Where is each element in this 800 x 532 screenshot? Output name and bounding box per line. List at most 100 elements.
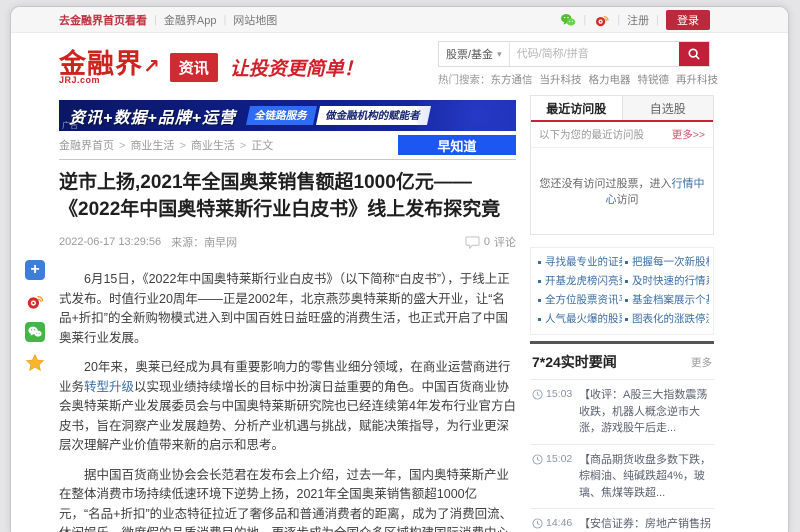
quick-link[interactable]: 寻找最专业的证券信息	[535, 253, 622, 272]
breadcrumb-row: 金融界首页 > 商业生活 > 商业生活 > 正文 早知道	[59, 131, 516, 159]
news-text: 【收评：A股三大指数震荡收跌，机器人概念逆市大涨，游戏股午后走...	[579, 387, 714, 437]
live-news-header: 7*24实时要闻 更多	[530, 344, 714, 379]
hot-search-link[interactable]: 特锐德	[638, 74, 670, 86]
share-qzone-star-icon[interactable]	[25, 353, 45, 373]
news-text: 【安信证券：房地产销售拐点到了吗？】6月全国销售见底的概率有多...	[579, 516, 714, 532]
news-item[interactable]: 14:46 【安信证券：房地产销售拐点到了吗？】6月全国销售见底的概率有多...	[530, 508, 714, 532]
quick-link[interactable]: 人气最火爆的股票论坛	[535, 310, 622, 329]
quick-links-box: 寻找最专业的证券信息 把握每一次新股机会 开基龙虎榜闪亮登场 及时快速的行情系统…	[530, 247, 714, 335]
hot-search-link[interactable]: 再升科技	[676, 74, 718, 86]
login-button[interactable]: 登录	[666, 10, 710, 30]
separator: |	[656, 14, 659, 26]
quick-link[interactable]: 全方位股票资讯平台	[535, 291, 622, 310]
bullet-icon	[625, 261, 628, 264]
news-time: 14:46	[546, 516, 572, 531]
share-bar: +	[25, 260, 45, 373]
wechat-icon[interactable]	[559, 11, 576, 28]
article-body: 6月15日，《2022年中国奥特莱斯行业白皮书》（以下简称“白皮书”），于线上正…	[59, 270, 516, 532]
publish-date: 2022-06-17 13:29:56	[59, 236, 161, 248]
content-area: 资讯+数据+品牌+运营 全链路服务 做金融机构的赋能者 广告 金融界首页 > 商业生…	[59, 95, 714, 532]
weibo-icon[interactable]	[593, 11, 610, 28]
live-news-title: 7*24实时要闻	[532, 352, 617, 372]
news-time: 15:02	[546, 452, 572, 467]
inline-topic-link[interactable]: 转型升级	[84, 380, 134, 394]
article-meta: 2022-06-17 13:29:56 来源：南早网 0 评论	[59, 234, 516, 250]
comments-count: 0	[484, 236, 490, 248]
separator: |	[154, 14, 157, 26]
clock-icon	[532, 389, 543, 400]
hot-search-link[interactable]: 当升科技	[540, 74, 582, 86]
share-more-icon[interactable]: +	[25, 260, 45, 280]
news-time: 15:03	[546, 387, 572, 402]
search-category-select[interactable]: 股票/基金	[439, 42, 510, 66]
share-weibo-icon[interactable]	[25, 291, 45, 311]
clock-icon	[532, 518, 543, 529]
share-wechat-icon[interactable]	[25, 322, 45, 342]
top-utility-bar: 去金融界首页看看 | 金融界App | 网站地图 |	[11, 7, 788, 33]
comment-bubble-icon	[465, 236, 480, 249]
breadcrumb-separator: >	[240, 140, 246, 152]
quick-link[interactable]: 基金档案展示个基资料	[622, 291, 709, 310]
more-stocks-link[interactable]: 更多>>	[672, 127, 705, 142]
channel-badge: 资讯	[170, 53, 218, 82]
logo-arrow-icon: ↗	[143, 56, 160, 78]
news-item[interactable]: 15:02 【商品期货收盘多数下跌，棕榈油、纯碱跌超4%，玻璃、焦煤等跌超...	[530, 444, 714, 509]
breadcrumb-separator: >	[119, 140, 125, 152]
bullet-icon	[538, 280, 541, 283]
live-news-more-link[interactable]: 更多	[691, 355, 712, 370]
separator: |	[223, 14, 226, 26]
ad-badge: 全链路服务	[246, 106, 317, 125]
recent-stocks-empty-state: 您还没有访问过股票，进入行情中心访问	[531, 148, 713, 234]
comments-link[interactable]: 0 评论	[465, 234, 516, 250]
app-link[interactable]: 金融界App	[164, 12, 217, 28]
paragraph: 据中国百货商业协会会长范君在发布会上介绍，过去一年，国内奥特莱斯产业在整体消费市…	[59, 466, 516, 532]
breadcrumb-channel[interactable]: 商业生活	[130, 140, 174, 152]
tab-recent-stocks[interactable]: 最近访问股	[531, 96, 622, 120]
separator: |	[583, 14, 586, 26]
bullet-icon	[538, 261, 541, 264]
page: 去金融界首页看看 | 金融界App | 网站地图 |	[10, 6, 789, 532]
go-homepage-link[interactable]: 去金融界首页看看	[59, 12, 147, 28]
ad-label: 广告	[62, 120, 78, 131]
quick-link[interactable]: 开基龙虎榜闪亮登场	[535, 272, 622, 291]
jrj-logo[interactable]: 金融界↗ JRJ.com	[59, 50, 160, 85]
quick-link[interactable]: 图表化的涨跌停温度计	[622, 310, 709, 329]
register-link[interactable]: 注册	[627, 12, 649, 28]
news-item[interactable]: 15:03 【收评：A股三大指数震荡收跌，机器人概念逆市大涨，游戏股午后走...	[530, 379, 714, 444]
zaozhidao-button[interactable]: 早知道	[398, 135, 516, 155]
hot-search-link[interactable]: 东方通信	[491, 74, 533, 86]
browser-viewport: 去金融界首页看看 | 金融界App | 网站地图 |	[0, 0, 800, 532]
breadcrumb-separator: >	[179, 140, 185, 152]
stock-search: 股票/基金 热门搜索：东方通信当升科技格力电器特锐德再升科技	[438, 41, 710, 87]
search-button[interactable]	[679, 42, 709, 66]
search-icon	[687, 47, 701, 61]
bullet-icon	[625, 280, 628, 283]
quick-link[interactable]: 把握每一次新股机会	[622, 253, 709, 272]
clock-icon	[532, 454, 543, 465]
breadcrumb-home[interactable]: 金融界首页	[59, 140, 114, 152]
hot-search-link[interactable]: 格力电器	[589, 74, 631, 86]
tab-watchlist[interactable]: 自选股	[622, 96, 714, 120]
separator: |	[617, 14, 620, 26]
ad-tagline: 做金融机构的赋能者	[316, 106, 431, 125]
bullet-icon	[625, 299, 628, 302]
search-input[interactable]	[510, 42, 679, 66]
empty-state-text: 您还没有访问过股票，进入	[540, 178, 672, 190]
bullet-icon	[625, 318, 628, 321]
ad-banner[interactable]: 资讯+数据+品牌+运营 全链路服务 做金融机构的赋能者 广告	[59, 100, 516, 131]
breadcrumb-section[interactable]: 商业生活	[191, 140, 235, 152]
article-header: 逆市上扬,2021年全国奥莱销售额超1000亿元——《2022年中国奥特莱斯行业…	[59, 159, 516, 250]
hot-search-row: 热门搜索：东方通信当升科技格力电器特锐德再升科技	[438, 72, 710, 87]
sitemap-link[interactable]: 网站地图	[233, 12, 277, 28]
quick-link[interactable]: 及时快速的行情系统	[622, 272, 709, 291]
paragraph: 20年来，奥莱已经成为具有重要影响力的零售业细分领域，在商业运营商进行业务转型升…	[59, 358, 516, 456]
paragraph: 6月15日，《2022年中国奥特莱斯行业白皮书》（以下简称“白皮书”），于线上正…	[59, 270, 516, 348]
empty-state-text: 访问	[617, 194, 639, 206]
breadcrumb-current: 正文	[251, 140, 273, 152]
recent-stocks-subheader: 以下为您的最近访问股 更多>>	[531, 122, 713, 148]
hot-search-label: 热门搜索：	[438, 74, 491, 86]
stock-tabs: 最近访问股 自选股	[531, 96, 713, 122]
breadcrumb: 金融界首页 > 商业生活 > 商业生活 > 正文	[59, 137, 273, 153]
comments-label: 评论	[494, 234, 516, 250]
recent-stocks-label: 以下为您的最近访问股	[539, 127, 644, 142]
